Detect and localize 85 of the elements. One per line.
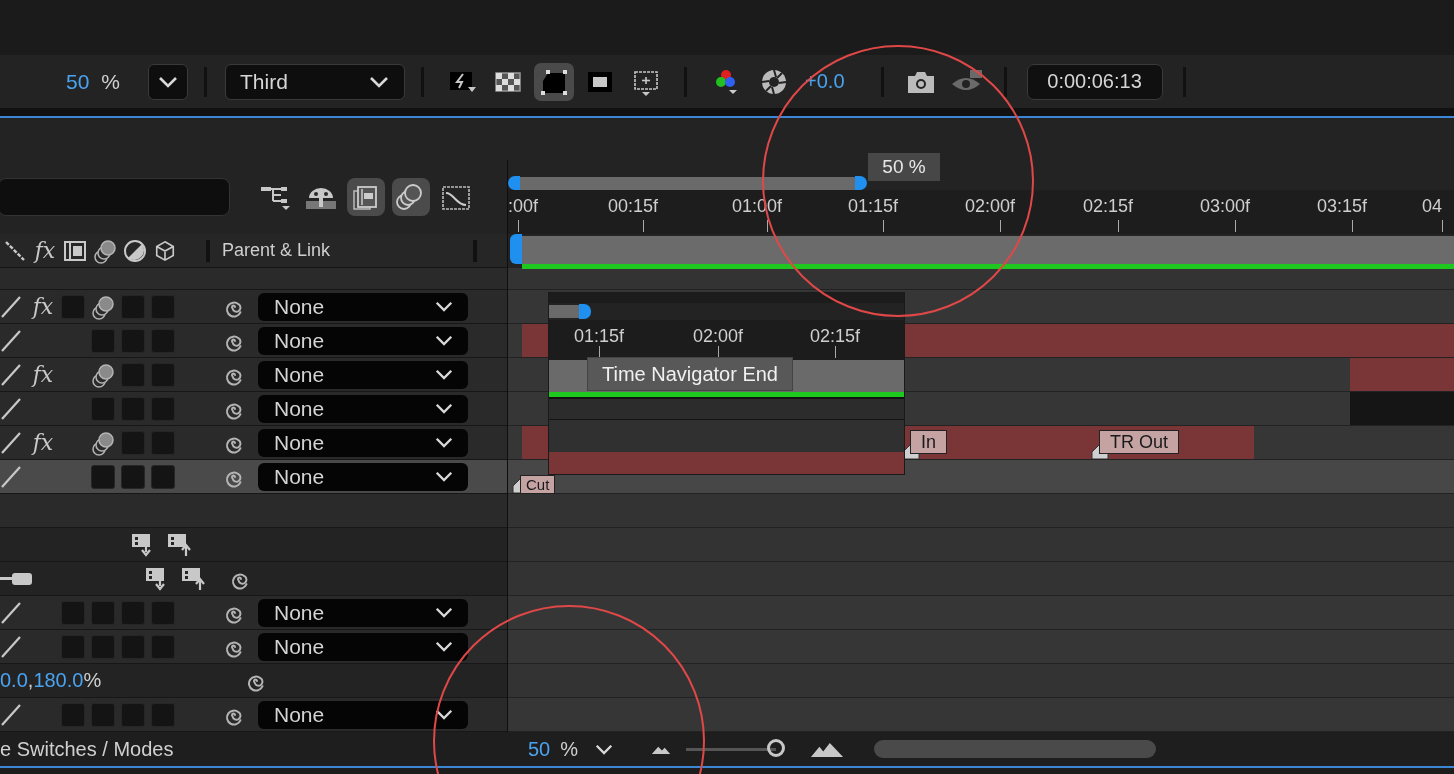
switch-box[interactable] [91, 464, 115, 489]
ruler-time-label: 02:15f [810, 326, 860, 347]
chevron-icon [434, 334, 454, 347]
film-arrow-up-icon[interactable] [180, 565, 208, 592]
parent-dropdown[interactable]: None [258, 700, 468, 729]
layer-row[interactable]: None [0, 698, 507, 732]
ruler-time-label: 00:15f [608, 196, 658, 217]
parent-dropdown[interactable]: None [258, 462, 468, 491]
ruler-time-label: 04 [1422, 196, 1442, 217]
range-start-handle[interactable] [508, 176, 520, 190]
motion-blur-icon[interactable] [90, 429, 116, 456]
chevron-icon [434, 300, 454, 313]
search-field[interactable] [0, 178, 230, 216]
motion-blur-icon[interactable] [92, 237, 118, 264]
scale-value[interactable]: 0.0,180.0% [0, 669, 244, 692]
chevron-icon [594, 742, 615, 756]
ruler-time-label: 02:00f [693, 326, 743, 347]
slider-thumb[interactable] [767, 739, 786, 757]
zoom-unit: % [560, 737, 579, 761]
film-arrow-up-icon[interactable] [166, 531, 194, 558]
chevron-icon [368, 74, 391, 89]
parent-link-column-header: Parent & Link [222, 240, 331, 261]
layer-marker[interactable]: Cut [520, 475, 556, 494]
parent-dropdown[interactable]: None [258, 428, 468, 457]
exposure-value[interactable]: +0.0 [805, 70, 845, 93]
layer-row[interactable]: None [0, 324, 507, 358]
layer-row[interactable]: fx None [0, 290, 507, 324]
parent-dropdown[interactable]: None [258, 632, 468, 661]
layer-clip-bar[interactable] [1350, 358, 1454, 391]
motion-blur-button[interactable] [392, 178, 430, 216]
layer-marker[interactable]: TR Out [1099, 430, 1179, 454]
ruler-time-label: 02:15f [1083, 196, 1133, 217]
range-end-handle[interactable] [855, 176, 867, 190]
work-area-start-handle[interactable] [510, 234, 522, 264]
ruler-time-label: 01:15f [848, 196, 898, 217]
chevron-icon [157, 74, 180, 89]
parent-dropdown[interactable]: None [258, 598, 468, 627]
ruler-time-label: 02:00f [965, 196, 1015, 217]
mask-path-button[interactable] [534, 62, 575, 101]
parent-dropdown[interactable]: None [258, 394, 468, 423]
effects-switch[interactable]: fx [32, 294, 54, 319]
ruler-time-label: 03:15f [1317, 196, 1367, 217]
switch-box[interactable] [151, 464, 175, 489]
frame-blend-button[interactable] [347, 178, 385, 216]
toggle-switches-modes-label[interactable]: e Switches / Modes [0, 737, 508, 761]
film-frame-icon [63, 238, 87, 263]
layer-marker[interactable]: In [910, 430, 947, 454]
horizontal-scrollbar[interactable] [874, 740, 1157, 758]
effects-switch[interactable]: fx [32, 430, 54, 455]
layer-row[interactable]: fx None [0, 426, 507, 460]
chevron-icon [434, 640, 454, 653]
zoom-unit: % [101, 69, 121, 94]
chevron-icon [434, 368, 454, 381]
layer-row[interactable]: None [0, 392, 507, 426]
resolution-dropdown[interactable]: Third [225, 63, 406, 100]
layer-row[interactable]: None [0, 596, 507, 630]
chevron-icon [434, 402, 454, 415]
parent-dropdown[interactable]: None [258, 292, 468, 321]
zoom-value[interactable]: 50 [66, 69, 90, 94]
motion-blur-icon[interactable] [90, 293, 116, 320]
half-circle-icon [123, 238, 147, 263]
switch-box[interactable] [121, 464, 145, 489]
parent-dropdown[interactable]: None [258, 326, 468, 355]
tooltip: Time Navigator End [587, 357, 793, 391]
chevron-icon [434, 606, 454, 619]
shy-line-icon [4, 239, 26, 262]
ruler-time-label: 01:15f [574, 326, 624, 347]
chevron-icon [434, 436, 454, 449]
chevron-icon [434, 470, 454, 483]
parent-dropdown[interactable]: None [258, 360, 468, 389]
ruler-time-label: :00f [508, 196, 539, 217]
cube-icon [154, 239, 176, 262]
ruler-time-label: 03:00f [1200, 196, 1250, 217]
effects-column-label: fx [34, 238, 56, 263]
layer-row[interactable]: None [0, 460, 507, 494]
zoom-dropdown-button[interactable] [148, 63, 189, 100]
motion-blur-icon[interactable] [90, 361, 116, 388]
zoom-value[interactable]: 50 [528, 737, 551, 761]
effects-switch[interactable]: fx [32, 362, 54, 387]
large-mountain-icon[interactable] [810, 740, 845, 758]
range-end-handle[interactable] [579, 304, 591, 319]
timecode-display[interactable]: 0:00:06:13 [1026, 63, 1163, 100]
zoom-tooltip: 50 % [868, 153, 940, 181]
layer-row[interactable]: fx None [0, 358, 507, 392]
layer-row[interactable]: None [0, 630, 507, 664]
